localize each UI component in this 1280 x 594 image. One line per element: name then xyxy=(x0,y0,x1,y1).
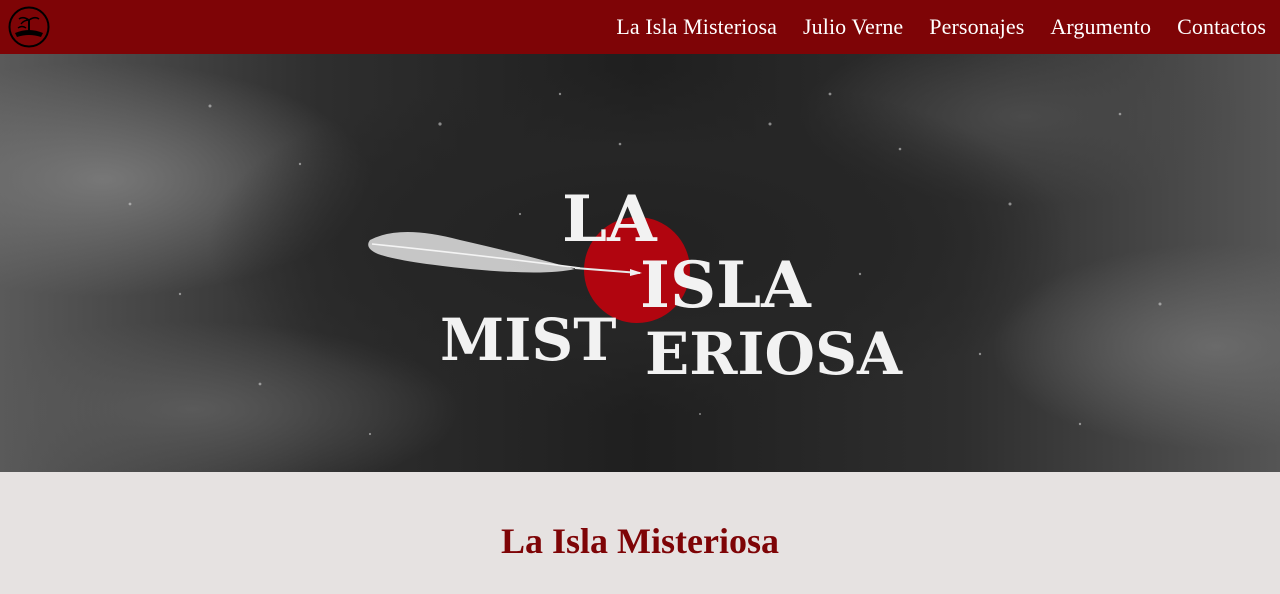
section-title: La Isla Misteriosa xyxy=(501,521,779,561)
nav-link-julio-verne[interactable]: Julio Verne xyxy=(803,14,903,40)
nav-link-contactos[interactable]: Contactos xyxy=(1177,14,1266,40)
home-logo-link[interactable] xyxy=(8,6,50,48)
navbar: La Isla Misteriosa Julio Verne Personaje… xyxy=(0,0,1280,54)
hero-title-line2: ISLA xyxy=(640,248,812,323)
hero-banner: LA ISLA MIST ERIOSA xyxy=(0,54,1280,472)
island-logo-icon xyxy=(8,6,50,48)
nav-link-la-isla-misteriosa[interactable]: La Isla Misteriosa xyxy=(616,14,777,40)
hero-title-line1: LA xyxy=(562,182,658,257)
nav-link-argumento[interactable]: Argumento xyxy=(1050,14,1151,40)
hero-artwork: LA ISLA MIST ERIOSA xyxy=(128,92,1162,436)
hero-title-line3b: ERIOSA xyxy=(645,320,903,388)
hero-title-line3a: MIST xyxy=(440,306,616,374)
nav-link-personajes[interactable]: Personajes xyxy=(929,14,1024,40)
main-nav: La Isla Misteriosa Julio Verne Personaje… xyxy=(590,14,1266,40)
